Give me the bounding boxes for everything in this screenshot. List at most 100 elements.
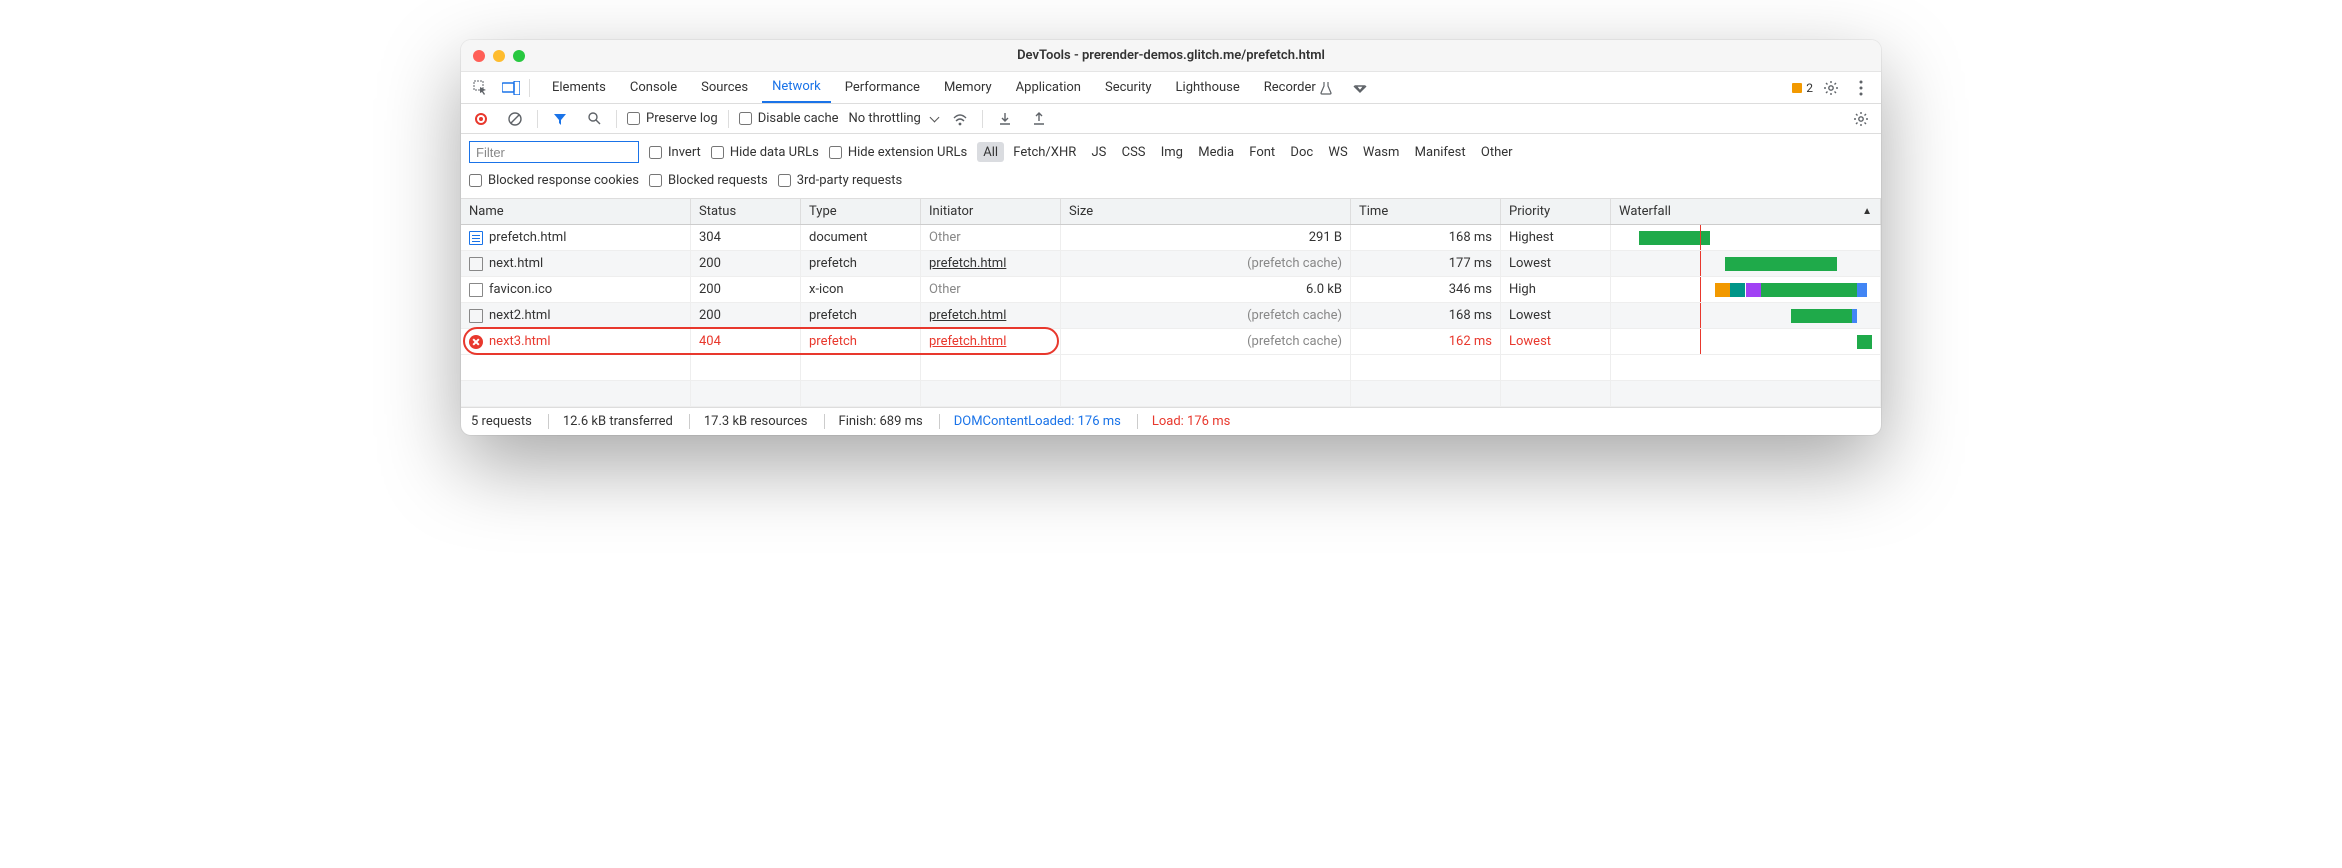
hide-ext-label: Hide extension URLs — [848, 145, 967, 160]
device-toolbar-icon[interactable] — [499, 76, 523, 100]
network-settings-icon[interactable] — [1849, 107, 1873, 131]
request-name: next3.html — [489, 334, 550, 349]
tab-memory[interactable]: Memory — [934, 72, 1002, 103]
tab-security[interactable]: Security — [1095, 72, 1162, 103]
kebab-menu-icon[interactable] — [1849, 76, 1873, 100]
request-type: document — [809, 230, 867, 245]
column-time[interactable]: Time — [1351, 199, 1501, 224]
size-value: (prefetch cache) — [1247, 256, 1342, 271]
search-icon[interactable] — [582, 107, 606, 131]
status-load: Load: 176 ms — [1137, 414, 1230, 429]
size-value: (prefetch cache) — [1247, 334, 1342, 349]
size-value: 6.0 kB — [1306, 282, 1342, 297]
table-row[interactable]: next.html200prefetchprefetch.html(prefet… — [461, 251, 1881, 277]
sort-indicator-icon: ▲ — [1862, 206, 1872, 217]
type-chip-manifest[interactable]: Manifest — [1409, 142, 1472, 162]
column-name[interactable]: Name — [461, 199, 691, 224]
request-type: prefetch — [809, 308, 857, 323]
titlebar: DevTools - prerender-demos.glitch.me/pre… — [461, 40, 1881, 72]
type-chip-doc[interactable]: Doc — [1284, 142, 1319, 162]
invert-checkbox[interactable]: Invert — [649, 145, 701, 160]
column-initiator[interactable]: Initiator — [921, 199, 1061, 224]
record-button[interactable] — [469, 107, 493, 131]
warnings-badge[interactable]: 2 — [1792, 81, 1813, 95]
initiator-link[interactable]: prefetch.html — [929, 308, 1006, 323]
priority-value: Lowest — [1509, 256, 1551, 271]
network-table-header: Name Status Type Initiator Size Time Pri… — [461, 199, 1881, 225]
status-bar: 5 requests 12.6 kB transferred 17.3 kB r… — [461, 407, 1881, 435]
throttling-value: No throttling — [849, 111, 921, 126]
table-row[interactable]: favicon.ico200x-iconOther6.0 kB346 msHig… — [461, 277, 1881, 303]
hide-extension-urls-checkbox[interactable]: Hide extension URLs — [829, 145, 967, 160]
size-value: 291 B — [1309, 230, 1342, 245]
preserve-log-checkbox[interactable]: Preserve log — [627, 111, 718, 126]
empty-rows — [461, 355, 1881, 407]
blocked-cookies-checkbox[interactable]: Blocked response cookies — [469, 173, 639, 188]
type-chip-js[interactable]: JS — [1085, 142, 1112, 162]
maximize-window-button[interactable] — [513, 50, 525, 62]
request-type: x-icon — [809, 282, 844, 297]
settings-icon[interactable] — [1819, 76, 1843, 100]
tab-recorder[interactable]: Recorder — [1254, 72, 1342, 103]
blocked-cookies-label: Blocked response cookies — [488, 173, 639, 188]
blocked-requests-checkbox[interactable]: Blocked requests — [649, 173, 768, 188]
tab-lighthouse[interactable]: Lighthouse — [1166, 72, 1250, 103]
panel-tabs: ElementsConsoleSourcesNetworkPerformance… — [542, 72, 1342, 103]
tab-application[interactable]: Application — [1006, 72, 1091, 103]
type-chip-img[interactable]: Img — [1155, 142, 1189, 162]
tab-console[interactable]: Console — [620, 72, 687, 103]
window-controls — [461, 50, 537, 62]
column-size[interactable]: Size — [1061, 199, 1351, 224]
request-type: prefetch — [809, 334, 857, 349]
tab-elements[interactable]: Elements — [542, 72, 616, 103]
third-party-label: 3rd-party requests — [797, 173, 903, 188]
third-party-checkbox[interactable]: 3rd-party requests — [778, 173, 903, 188]
tab-sources[interactable]: Sources — [691, 72, 758, 103]
request-type: prefetch — [809, 256, 857, 271]
table-row[interactable]: next3.html 404 prefetch prefetch.html (prefe… — [461, 329, 1881, 355]
type-chip-css[interactable]: CSS — [1116, 142, 1152, 162]
more-tabs-icon[interactable] — [1348, 76, 1372, 100]
time-value: 168 ms — [1449, 230, 1492, 245]
type-chip-media[interactable]: Media — [1192, 142, 1240, 162]
type-chip-wasm[interactable]: Wasm — [1357, 142, 1406, 162]
column-status[interactable]: Status — [691, 199, 801, 224]
clear-button[interactable] — [503, 107, 527, 131]
type-chip-fetch-xhr[interactable]: Fetch/XHR — [1007, 142, 1082, 162]
import-har-icon[interactable] — [993, 107, 1017, 131]
request-name: prefetch.html — [489, 230, 566, 245]
status-code: 200 — [699, 256, 721, 271]
status-code: 404 — [699, 334, 721, 349]
column-waterfall[interactable]: Waterfall ▲ — [1611, 199, 1881, 224]
type-chip-font[interactable]: Font — [1243, 142, 1281, 162]
column-type[interactable]: Type — [801, 199, 921, 224]
column-priority[interactable]: Priority — [1501, 199, 1611, 224]
type-chip-ws[interactable]: WS — [1322, 142, 1353, 162]
close-window-button[interactable] — [473, 50, 485, 62]
table-row[interactable]: prefetch.html304documentOther291 B168 ms… — [461, 225, 1881, 251]
tab-network[interactable]: Network — [762, 72, 831, 103]
time-value: 346 ms — [1449, 282, 1492, 297]
hide-data-urls-checkbox[interactable]: Hide data URLs — [711, 145, 819, 160]
panel-tabs-row: ElementsConsoleSourcesNetworkPerformance… — [461, 72, 1881, 104]
file-icon — [469, 309, 483, 323]
file-icon — [469, 231, 483, 245]
priority-value: Highest — [1509, 230, 1554, 245]
initiator-link[interactable]: prefetch.html — [929, 334, 1006, 349]
network-conditions-icon[interactable] — [948, 107, 972, 131]
filter-input[interactable] — [469, 141, 639, 163]
disable-cache-checkbox[interactable]: Disable cache — [739, 111, 839, 126]
inspect-element-icon[interactable] — [469, 76, 493, 100]
filter-icon[interactable] — [548, 107, 572, 131]
minimize-window-button[interactable] — [493, 50, 505, 62]
hide-data-label: Hide data URLs — [730, 145, 819, 160]
priority-value: High — [1509, 282, 1536, 297]
table-row[interactable]: next2.html200prefetchprefetch.html(prefe… — [461, 303, 1881, 329]
type-chip-other[interactable]: Other — [1475, 142, 1519, 162]
export-har-icon[interactable] — [1027, 107, 1051, 131]
type-chip-all[interactable]: All — [977, 142, 1004, 162]
tab-performance[interactable]: Performance — [835, 72, 930, 103]
window-title: DevTools - prerender-demos.glitch.me/pre… — [461, 48, 1881, 63]
initiator-link[interactable]: prefetch.html — [929, 256, 1006, 271]
throttling-dropdown[interactable]: No throttling — [849, 111, 938, 126]
